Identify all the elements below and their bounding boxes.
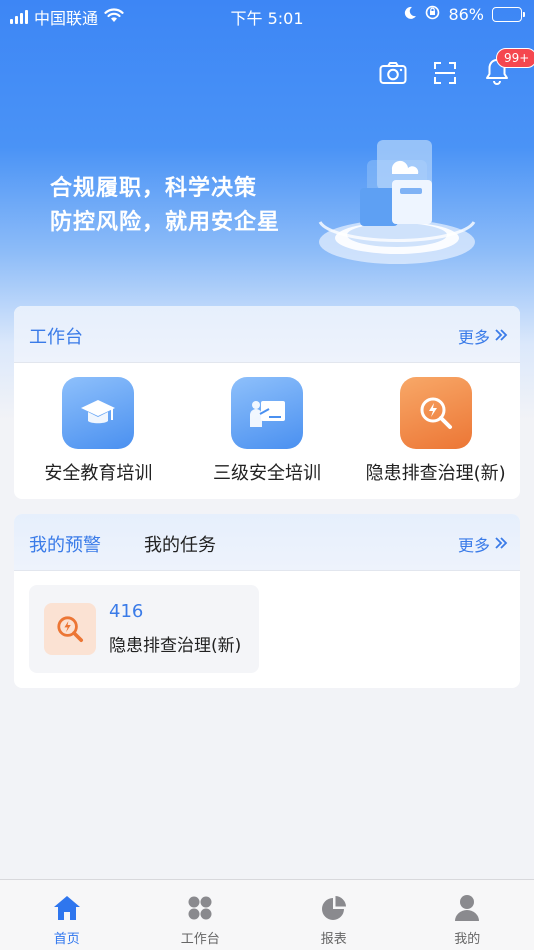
tab-label: 工作台 bbox=[180, 932, 220, 947]
tab-label: 报表 bbox=[320, 932, 347, 947]
status-bar: 中国联通 下午 5:01 86% bbox=[0, 0, 534, 30]
task-tile[interactable]: 416 隐患排查治理(新) bbox=[29, 585, 259, 673]
orientation-lock-icon bbox=[425, 5, 440, 24]
battery-icon bbox=[492, 7, 525, 22]
tab-my-alerts[interactable]: 我的预警 bbox=[29, 531, 101, 557]
tab-reports[interactable]: 报表 bbox=[267, 880, 401, 950]
slogan-line-1: 合规履职，科学决策 bbox=[50, 176, 258, 201]
app-safety-education[interactable]: 安全教育培训 bbox=[18, 377, 178, 485]
app-hazard-inspection[interactable]: 隐患排查治理(新) bbox=[356, 377, 516, 485]
notification-button[interactable]: 99+ bbox=[482, 48, 534, 88]
tab-label: 我的 bbox=[454, 932, 481, 947]
app-label: 安全教育培训 bbox=[44, 463, 153, 484]
workbench-header: 工作台 更多 bbox=[14, 306, 520, 363]
scan-icon[interactable] bbox=[430, 58, 460, 88]
more-label: 更多 bbox=[457, 328, 490, 347]
app-label: 隐患排查治理(新) bbox=[365, 463, 506, 484]
tab-label: 首页 bbox=[53, 932, 80, 947]
hazard-search-icon bbox=[399, 377, 472, 449]
workbench-card: 工作台 更多 安全教育培训 三级安全培训 隐患排查治理(新) bbox=[14, 306, 520, 499]
task-count: 416 bbox=[109, 601, 144, 622]
tab-workbench[interactable]: 工作台 bbox=[134, 880, 268, 950]
graduation-cap-icon bbox=[62, 377, 135, 449]
double-chevron-right-icon bbox=[494, 535, 508, 554]
tasks-header: 我的预警 我的任务 更多 bbox=[14, 514, 520, 571]
notification-badge: 99+ bbox=[496, 48, 534, 68]
workbench-apps: 安全教育培训 三级安全培训 隐患排查治理(新) bbox=[14, 363, 520, 485]
hero-slogan: 合规履职，科学决策 防控风险，就用安企星 bbox=[50, 172, 280, 240]
app-label: 三级安全培训 bbox=[212, 463, 321, 484]
task-name: 隐患排查治理(新) bbox=[109, 636, 242, 656]
more-label: 更多 bbox=[457, 536, 490, 555]
moon-icon bbox=[403, 5, 417, 24]
user-icon bbox=[452, 893, 482, 923]
home-icon bbox=[52, 893, 82, 923]
tab-home[interactable]: 首页 bbox=[0, 880, 134, 950]
battery-percent: 86% bbox=[448, 5, 484, 24]
hero-illustration bbox=[312, 130, 482, 280]
hazard-search-icon bbox=[44, 603, 96, 655]
pie-chart-icon bbox=[319, 893, 349, 923]
tab-my-tasks[interactable]: 我的任务 bbox=[144, 531, 216, 557]
workbench-title: 工作台 bbox=[29, 327, 83, 348]
app-three-level-training[interactable]: 三级安全培训 bbox=[187, 377, 347, 485]
tasks-more-link[interactable]: 更多 bbox=[458, 532, 508, 556]
header-actions: 99+ bbox=[378, 48, 534, 88]
slogan-line-2: 防控风险，就用安企星 bbox=[50, 210, 281, 235]
workbench-more-link[interactable]: 更多 bbox=[458, 324, 508, 348]
teacher-board-icon bbox=[230, 377, 303, 449]
tasks-card: 我的预警 我的任务 更多 416 隐患排查治理(新) bbox=[14, 514, 520, 688]
bottom-tab-bar: 首页 工作台 报表 我的 bbox=[0, 879, 534, 950]
tab-profile[interactable]: 我的 bbox=[401, 880, 534, 950]
grid-icon bbox=[185, 893, 215, 923]
double-chevron-right-icon bbox=[494, 327, 508, 346]
camera-icon[interactable] bbox=[378, 58, 408, 88]
